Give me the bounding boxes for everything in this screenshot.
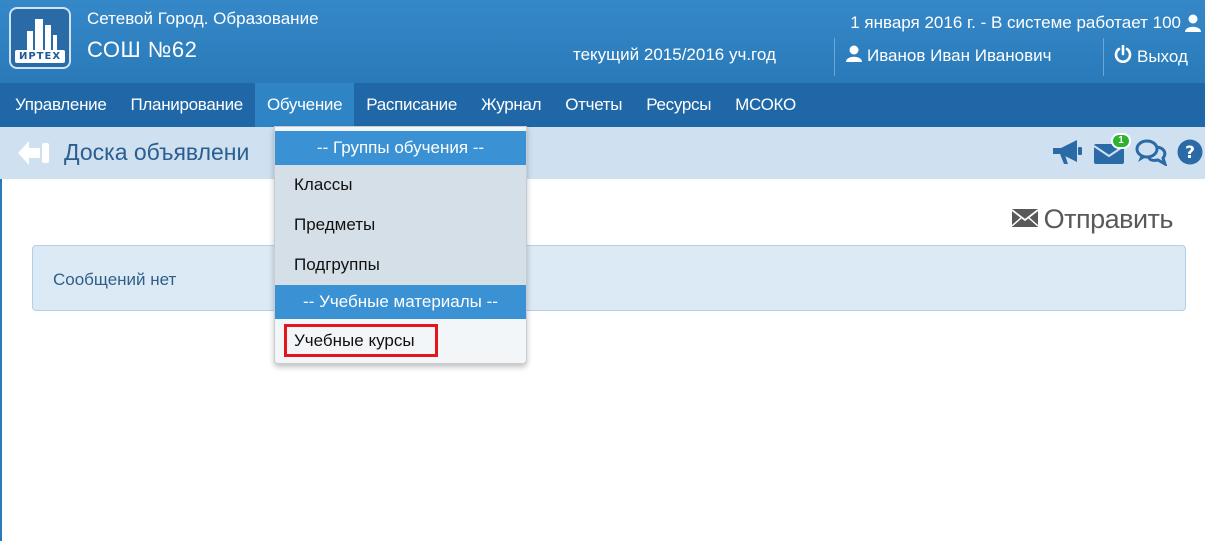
header-divider [1103, 38, 1104, 76]
dropdown-item-subjects[interactable]: Предметы [275, 205, 526, 245]
toolbar-icons: 1 ? [1051, 133, 1203, 171]
nav-item-schedule[interactable]: Расписание [354, 83, 469, 127]
mail-icon[interactable]: 1 [1093, 133, 1131, 170]
send-button[interactable]: Отправить [1011, 204, 1174, 235]
mail-count-badge: 1 [1111, 133, 1131, 149]
person-icon [846, 45, 862, 67]
megaphone-icon[interactable] [1051, 138, 1083, 171]
dropdown-item-subgroups[interactable]: Подгруппы [275, 245, 526, 285]
education-dropdown-menu: -- Группы обучения -- Классы Предметы По… [274, 126, 527, 364]
user-profile-link[interactable]: Иванов Иван Иванович [846, 45, 1051, 67]
nav-item-resources[interactable]: Ресурсы [634, 83, 723, 127]
left-edge-line [0, 127, 2, 541]
back-arrow-icon[interactable] [16, 139, 50, 172]
nav-item-education[interactable]: Обучение [254, 83, 355, 127]
dropdown-group-header: -- Группы обучения -- [275, 131, 526, 165]
messages-panel: Сообщений нет [32, 245, 1186, 311]
logo-text: ИРТЕХ [15, 50, 65, 63]
logout-button[interactable]: Выход [1114, 44, 1188, 68]
dropdown-item-courses[interactable]: Учебные курсы [275, 321, 526, 361]
nav-item-management[interactable]: Управление [3, 83, 119, 127]
logout-label: Выход [1137, 46, 1188, 66]
app-logo[interactable]: ИРТЕХ [9, 7, 71, 69]
header-divider [834, 38, 835, 76]
nav-item-journal[interactable]: Журнал [469, 83, 553, 127]
nav-item-msoko[interactable]: МСОКО [723, 83, 808, 127]
app-title: Сетевой Город. Образование [87, 9, 319, 28]
dropdown-materials-header: -- Учебные материалы -- [275, 285, 526, 319]
page-header-band: Доска объявлени 1 ? [0, 127, 1205, 179]
page-title: Доска объявлени [64, 139, 250, 165]
main-nav: Управление Планирование Обучение Расписа… [0, 83, 1205, 127]
dropdown-item-classes[interactable]: Классы [275, 165, 526, 205]
empty-messages-text: Сообщений нет [53, 270, 177, 289]
user-name: Иванов Иван Иванович [867, 46, 1052, 65]
date-status: 1 января 2016 г. - В системе работает 10… [850, 13, 1181, 32]
school-name: СОШ №62 [87, 37, 198, 62]
power-icon [1114, 44, 1132, 68]
chat-icon[interactable] [1135, 138, 1168, 171]
school-year[interactable]: текущий 2015/2016 уч.год [573, 45, 776, 65]
header: ИРТЕХ Сетевой Город. Образование СОШ №62… [0, 0, 1205, 83]
user-icon [1185, 14, 1201, 37]
send-label: Отправить [1043, 204, 1174, 234]
help-icon[interactable]: ? [1177, 139, 1203, 170]
nav-item-reports[interactable]: Отчеты [553, 83, 634, 127]
nav-item-planning[interactable]: Планирование [119, 83, 255, 127]
envelope-icon [1011, 204, 1039, 235]
svg-text:?: ? [1185, 143, 1195, 163]
